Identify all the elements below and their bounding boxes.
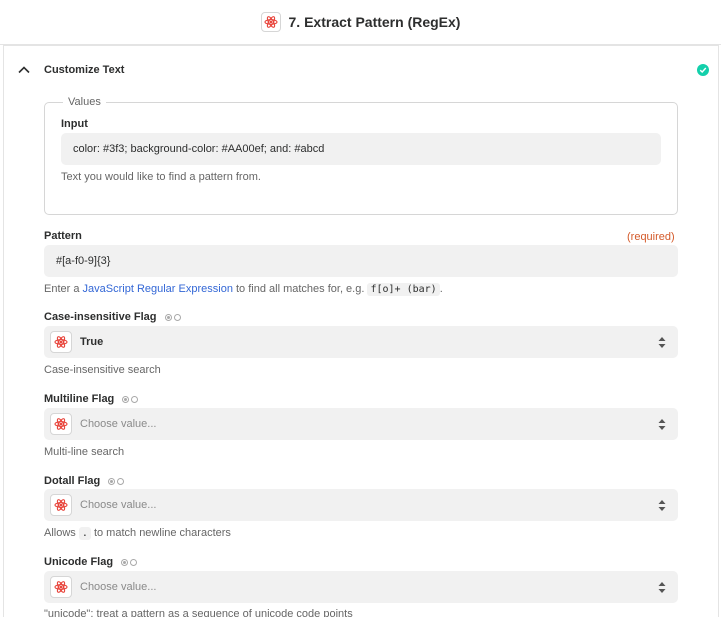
updown-icon (658, 419, 666, 430)
multiline-flag-label: Multiline Flag (44, 393, 139, 405)
radio-on-icon (164, 313, 172, 321)
pattern-help: Enter a JavaScript Regular Expression to… (44, 283, 443, 296)
input-field[interactable]: color: #3f3; background-color: #AA00ef; … (61, 133, 661, 165)
pattern-help-suffix: . (439, 283, 443, 295)
pattern-label: Pattern (44, 230, 82, 242)
atom-icon (260, 12, 281, 32)
check-circle-icon (697, 64, 709, 76)
radio-on-icon (122, 395, 130, 403)
case-flag-help: Case-insensitive search (44, 364, 161, 376)
atom-icon (50, 413, 72, 435)
unicode-flag-placeholder: Choose value... (80, 581, 157, 593)
regex-docs-link[interactable]: JavaScript Regular Expression (83, 283, 233, 295)
field-type-toggle[interactable] (108, 477, 125, 485)
case-flag-label: Case-insensitive Flag (44, 311, 181, 323)
dotall-flag-label-text: Dotall Flag (44, 475, 101, 487)
dotall-flag-select[interactable]: Choose value... (44, 489, 678, 521)
case-flag-label-text: Case-insensitive Flag (44, 311, 157, 323)
multiline-flag-select[interactable]: Choose value... (44, 408, 678, 440)
pattern-field[interactable]: #[a-f0-9]{3} (44, 245, 678, 277)
atom-icon (50, 494, 72, 516)
radio-off-icon (117, 477, 125, 485)
dotall-flag-placeholder: Choose value... (80, 499, 157, 511)
updown-icon (658, 582, 666, 593)
field-type-toggle[interactable] (164, 313, 181, 321)
radio-on-icon (108, 477, 116, 485)
field-type-toggle[interactable] (121, 558, 138, 566)
dotall-flag-label: Dotall Flag (44, 475, 125, 487)
multiline-flag-help: Multi-line search (44, 446, 125, 458)
case-flag-select[interactable]: True (44, 326, 678, 358)
chevron-up-icon[interactable] (17, 63, 31, 77)
field-type-toggle[interactable] (122, 395, 139, 403)
section-title: Customize Text (44, 64, 125, 76)
step-title: 7. Extract Pattern (RegEx) (288, 14, 461, 30)
pattern-help-prefix: Enter a (44, 283, 80, 295)
radio-off-icon (130, 558, 138, 566)
dotall-flag-help: Allows . to match newline characters (44, 527, 231, 540)
pattern-help-mid: to find all matches for, e.g. (236, 283, 365, 295)
dotall-help-prefix: Allows (44, 527, 76, 539)
updown-icon (658, 337, 666, 348)
unicode-flag-label-text: Unicode Flag (44, 556, 114, 568)
atom-icon (50, 331, 72, 353)
unicode-flag-help: "unicode"; treat a pattern as a sequence… (44, 608, 353, 617)
multiline-flag-label-text: Multiline Flag (44, 393, 115, 405)
input-help: Text you would like to find a pattern fr… (61, 171, 261, 183)
unicode-flag-select[interactable]: Choose value... (44, 571, 678, 603)
values-legend: Values (63, 96, 106, 108)
atom-icon (50, 576, 72, 598)
pattern-value: #[a-f0-9]{3} (56, 255, 111, 267)
pattern-example-code: f[o]+ (bar) (367, 283, 440, 296)
radio-off-icon (173, 313, 181, 321)
dotall-help-code: . (78, 527, 91, 540)
step-header: 7. Extract Pattern (RegEx) (0, 0, 721, 45)
case-flag-value: True (80, 336, 104, 348)
updown-icon (658, 500, 666, 511)
required-badge: (required) (627, 231, 675, 243)
multiline-flag-placeholder: Choose value... (80, 418, 157, 430)
unicode-flag-label: Unicode Flag (44, 556, 138, 568)
input-label: Input (61, 118, 88, 130)
radio-off-icon (131, 395, 139, 403)
input-value: color: #3f3; background-color: #AA00ef; … (73, 143, 325, 155)
dotall-help-suffix: to match newline characters (93, 527, 231, 539)
radio-on-icon (121, 558, 129, 566)
